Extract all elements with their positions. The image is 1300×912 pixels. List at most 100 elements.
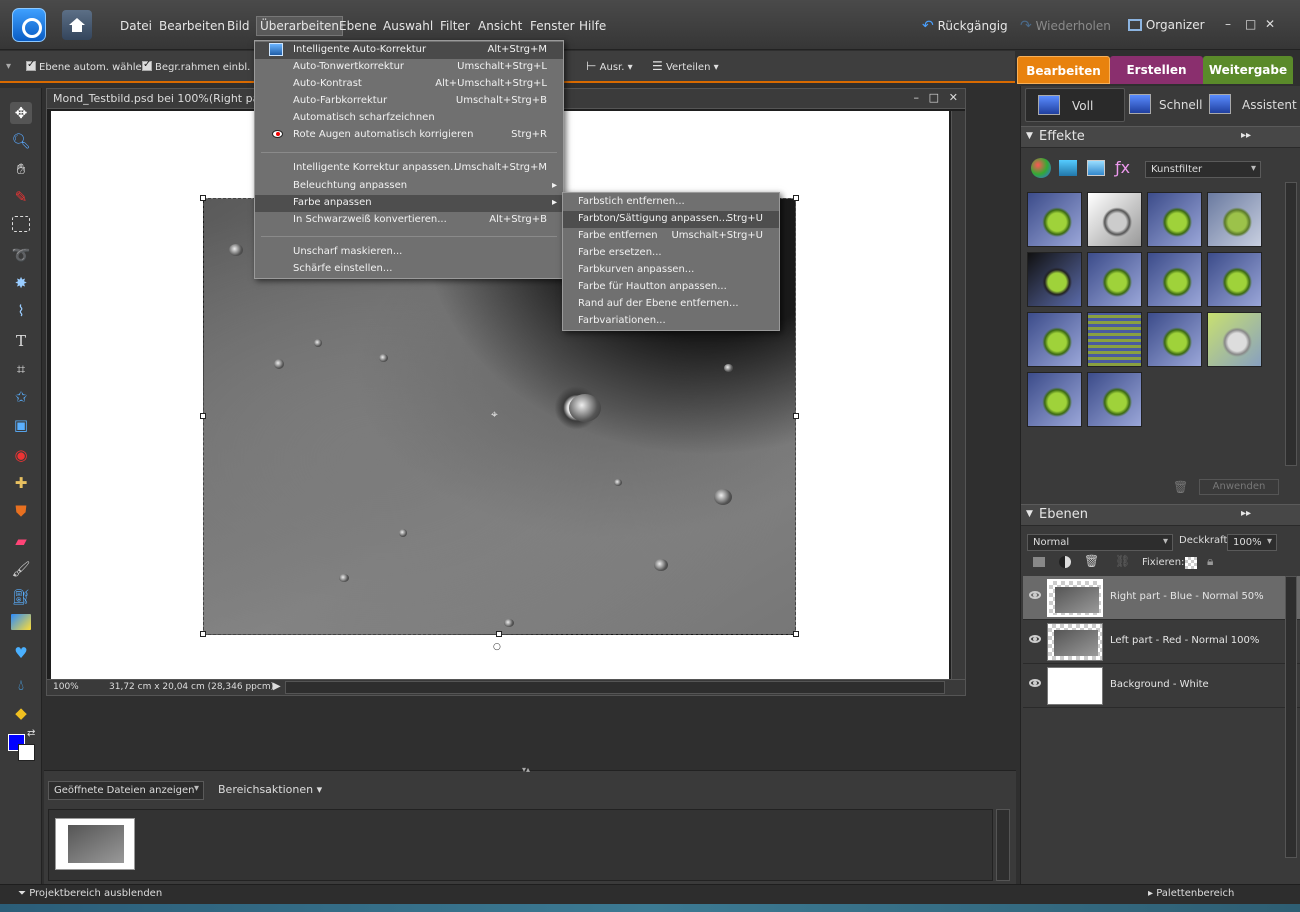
effect-thumbnail[interactable] <box>1027 372 1082 427</box>
open-file-thumbnail[interactable] <box>55 818 135 870</box>
status-menu-arrow-icon[interactable]: ▶ <box>273 681 281 692</box>
lock-transparency-icon[interactable] <box>1185 557 1197 569</box>
red-eye-tool-icon[interactable]: ◉ <box>10 444 32 466</box>
panel-menu-icon[interactable]: ▸▸ <box>1241 508 1251 519</box>
opacity-field[interactable]: 100% <box>1227 534 1277 551</box>
tab-bearbeiten[interactable]: Bearbeiten <box>1017 56 1110 84</box>
swap-colors-icon[interactable]: ⇄ <box>27 728 35 739</box>
effect-thumbnail[interactable] <box>1087 252 1142 307</box>
shape-tool-icon[interactable]: ✩ <box>10 386 32 408</box>
transform-handle[interactable] <box>793 413 799 419</box>
delete-layer-icon[interactable]: 🗑︎ <box>1084 554 1099 568</box>
layer-row[interactable]: Right part - Blue - Normal 50% <box>1023 576 1300 620</box>
redo-button[interactable]: ↷ Wiederholen <box>1020 18 1111 34</box>
stamp-tool-icon[interactable]: ⛊ <box>10 500 32 522</box>
transform-handle[interactable] <box>793 195 799 201</box>
sponge-tool-icon[interactable]: ◆ <box>10 702 32 724</box>
blur-tool-icon[interactable]: 💧︎ <box>10 674 32 696</box>
gradient-tool-icon[interactable] <box>11 614 31 630</box>
menu-item-auto-sharpen[interactable]: Automatisch scharfzeichnen <box>255 110 563 127</box>
center-point-icon[interactable]: ⌖ <box>491 407 498 422</box>
transform-handle[interactable] <box>200 631 206 637</box>
submenu-item-remove-color-cast[interactable]: Farbstich entfernen... <box>563 194 779 211</box>
menu-item-smart-fix[interactable]: Intelligente Auto-Korrektur Alt+Strg+M <box>255 42 563 59</box>
effect-thumbnail[interactable] <box>1087 372 1142 427</box>
submenu-item-remove-color[interactable]: Farbe entfernen Umschalt+Strg+U <box>563 228 779 245</box>
bin-scrollbar[interactable] <box>996 809 1010 881</box>
mode-quick-button[interactable]: Schnell <box>1129 88 1213 122</box>
bin-actions-menu[interactable]: Bereichsaktionen ▾ <box>218 783 322 796</box>
auto-select-checkbox[interactable]: Ebene autom. wählen <box>26 59 148 73</box>
submenu-item-replace-color[interactable]: Farbe ersetzen... <box>563 245 779 262</box>
splitter-icon[interactable]: ▾▴ <box>522 765 530 774</box>
tab-weitergabe[interactable]: Weitergabe <box>1203 56 1293 84</box>
photo-effects-icon[interactable] <box>1087 160 1105 176</box>
menu-item-auto-levels[interactable]: Auto-Tonwertkorrektur Umschalt+Strg+L <box>255 59 563 76</box>
menu-bearbeiten[interactable]: Bearbeiten <box>159 19 225 33</box>
submenu-item-color-variations[interactable]: Farbvariationen... <box>563 313 779 330</box>
effect-thumbnail[interactable] <box>1147 312 1202 367</box>
maximize-icon[interactable]: □ <box>1245 17 1256 31</box>
mode-guided-button[interactable]: Assistent <box>1207 88 1300 122</box>
submenu-item-hue-saturation[interactable]: Farbton/Sättigung anpassen... Strg+U <box>563 211 779 228</box>
background-color-swatch[interactable] <box>18 744 35 761</box>
submenu-item-skin-tone[interactable]: Farbe für Hautton anpassen... <box>563 279 779 296</box>
layer-row[interactable]: Background - White <box>1023 664 1300 708</box>
transform-handle[interactable] <box>200 195 206 201</box>
submenu-item-color-curves[interactable]: Farbkurven anpassen... <box>563 262 779 279</box>
menu-auswahl[interactable]: Auswahl <box>383 19 433 33</box>
effect-thumbnail[interactable] <box>1207 312 1262 367</box>
open-files-select[interactable]: Geöffnete Dateien anzeigen <box>48 781 204 800</box>
layers-panel-header[interactable]: ▼ Ebenen ▸▸ <box>1021 504 1300 526</box>
horizontal-scrollbar[interactable] <box>285 681 945 694</box>
menu-item-auto-contrast[interactable]: Auto-Kontrast Alt+Umschalt+Strg+L <box>255 76 563 93</box>
text-tool-icon[interactable]: T <box>10 330 32 352</box>
doc-maximize-icon[interactable]: □ <box>929 91 939 104</box>
paint-bucket-tool-icon[interactable]: ⛽︎ <box>10 586 32 608</box>
menu-item-auto-red-eye[interactable]: Rote Augen automatisch korrigieren Strg+R <box>255 127 563 144</box>
submenu-item-defringe[interactable]: Rand auf der Ebene entfernen... <box>563 296 779 313</box>
effect-thumbnail[interactable] <box>1087 192 1142 247</box>
styles-icon[interactable] <box>1059 160 1077 176</box>
blend-mode-select[interactable]: Normal <box>1027 534 1173 551</box>
effect-thumbnail[interactable] <box>1147 252 1202 307</box>
distribute-button[interactable]: ☰ Verteilen ▾ <box>652 59 719 73</box>
eraser-tool-icon[interactable]: ▰ <box>10 530 32 552</box>
menu-fenster[interactable]: Fenster <box>530 19 575 33</box>
layer-visibility-icon[interactable] <box>1029 635 1041 643</box>
hide-project-bin-button[interactable]: ⏷ Projektbereich ausblenden <box>18 888 162 899</box>
effect-thumbnail[interactable] <box>1207 192 1262 247</box>
menu-item-auto-color[interactable]: Auto-Farbkorrektur Umschalt+Strg+B <box>255 93 563 110</box>
effect-thumbnail[interactable] <box>1087 312 1142 367</box>
quick-selection-tool-icon[interactable]: ⌇ <box>10 300 32 322</box>
magic-wand-tool-icon[interactable]: ✸ <box>10 272 32 294</box>
brush-tool-icon[interactable]: 🖌︎ <box>10 558 32 580</box>
recompose-tool-icon[interactable]: ▣ <box>10 414 32 436</box>
menu-ansicht[interactable]: Ansicht <box>478 19 522 33</box>
new-layer-icon[interactable] <box>1033 557 1045 567</box>
doc-minimize-icon[interactable]: – <box>914 91 920 104</box>
zoom-tool-icon[interactable]: 🔍︎ <box>10 130 32 152</box>
custom-shape-tool-icon[interactable]: ♥ <box>10 642 32 664</box>
align-button[interactable]: ⊢ Ausr. ▾ <box>586 59 633 73</box>
eyedropper-tool-icon[interactable]: ✎ <box>10 186 32 208</box>
doc-close-icon[interactable]: ✕ <box>949 91 958 104</box>
effects-panel-header[interactable]: ▼ Effekte ▸▸ <box>1021 126 1300 148</box>
organizer-button[interactable]: Organizer <box>1128 18 1205 32</box>
crop-tool-icon[interactable]: ⌗ <box>10 358 32 380</box>
tab-erstellen[interactable]: Erstellen <box>1110 56 1203 84</box>
effects-scrollbar[interactable] <box>1285 182 1297 466</box>
mode-full-button[interactable]: Voll <box>1025 88 1125 122</box>
transform-handle[interactable] <box>496 631 502 637</box>
menu-item-convert-bw[interactable]: In Schwarzweiß konvertieren... Alt+Strg+B <box>255 212 563 229</box>
palette-bin-button[interactable]: ▸ Palettenbereich <box>1148 888 1234 899</box>
close-icon[interactable]: ✕ <box>1265 17 1275 31</box>
adjustment-layer-icon[interactable] <box>1059 556 1071 568</box>
effect-thumbnail[interactable] <box>1027 252 1082 307</box>
lasso-tool-icon[interactable]: ➰ <box>10 244 32 266</box>
menu-item-adjust-color[interactable]: Farbe anpassen ▸ <box>255 195 563 212</box>
filters-icon[interactable] <box>1031 158 1051 178</box>
effect-thumbnail[interactable] <box>1027 192 1082 247</box>
options-arrow-icon[interactable]: ▾ <box>6 61 11 72</box>
hand-tool-icon[interactable]: ✋︎ <box>10 158 32 180</box>
